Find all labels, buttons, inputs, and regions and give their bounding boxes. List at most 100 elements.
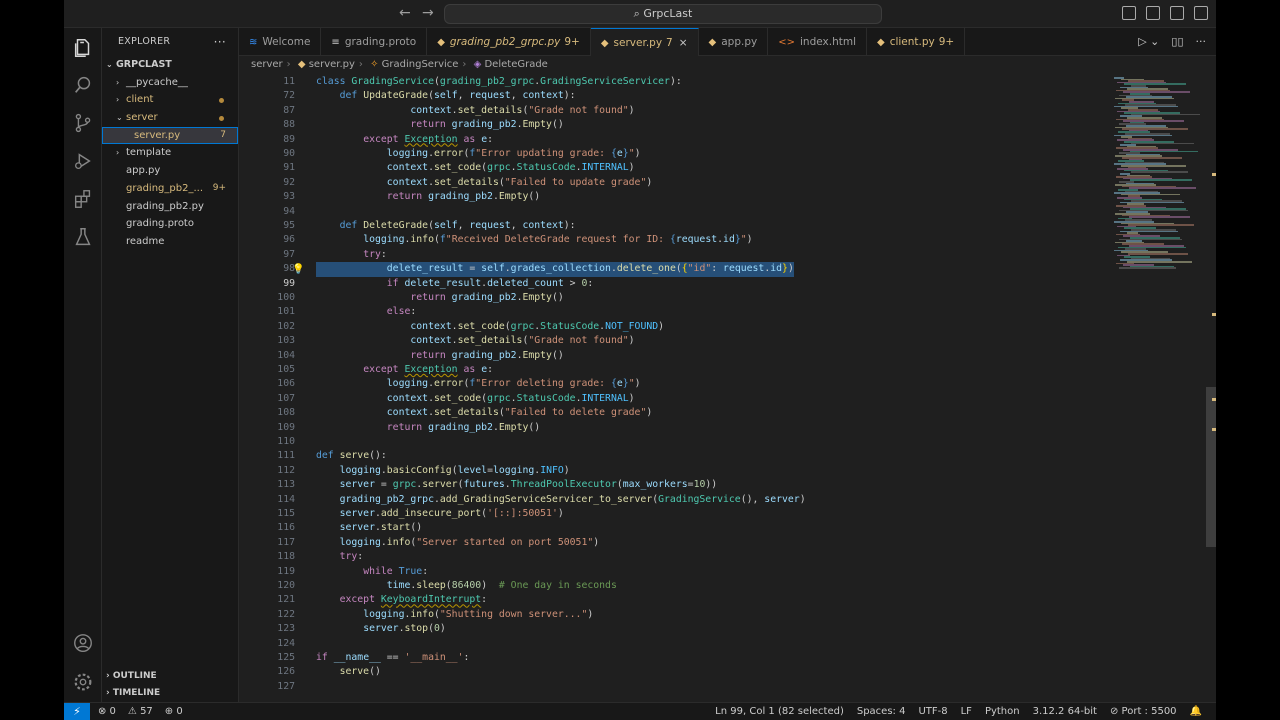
- tab-welcome[interactable]: ≋ Welcome: [239, 28, 322, 56]
- close-icon[interactable]: ×: [679, 37, 688, 49]
- breadcrumb-class[interactable]: GradingService: [382, 59, 459, 70]
- code-line[interactable]: 88 return grading_pb2.Empty(): [239, 118, 1109, 132]
- timeline-section[interactable]: › TIMELINE: [102, 685, 239, 702]
- code-line[interactable]: 106 logging.error(f"Error deleting grade…: [239, 377, 1109, 391]
- code-line[interactable]: 99 if delete_result.deleted_count > 0:: [239, 277, 1109, 291]
- code-line[interactable]: 120 time.sleep(86400) # One day in secon…: [239, 579, 1109, 593]
- settings-gear-icon[interactable]: [72, 671, 94, 693]
- forward-arrow-icon[interactable]: →: [422, 5, 434, 21]
- search-icon[interactable]: [72, 74, 94, 96]
- python-interpreter[interactable]: 3.12.2 64-bit: [1033, 703, 1097, 720]
- account-icon[interactable]: [72, 632, 94, 654]
- tree-item[interactable]: grading_pb2.py: [102, 198, 238, 216]
- code-line[interactable]: 109 return grading_pb2.Empty(): [239, 421, 1109, 435]
- explorer-icon[interactable]: [72, 37, 94, 59]
- command-center-search[interactable]: ⌕ GrpcLast: [444, 4, 882, 24]
- toggle-secondary-sidebar-icon[interactable]: [1170, 6, 1184, 20]
- code-line[interactable]: 103 context.set_details("Grade not found…: [239, 334, 1109, 348]
- tree-item[interactable]: › client: [102, 91, 238, 109]
- tree-item[interactable]: ⌄ server: [102, 109, 238, 127]
- code-line[interactable]: 113 server = grpc.server(futures.ThreadP…: [239, 478, 1109, 492]
- code-line[interactable]: 97 try:: [239, 248, 1109, 262]
- tree-item[interactable]: server.py 7: [102, 126, 238, 145]
- tab-index-html[interactable]: <> index.html: [768, 28, 867, 56]
- source-control-icon[interactable]: [72, 112, 94, 134]
- code-line[interactable]: 115 server.add_insecure_port('[::]:50051…: [239, 507, 1109, 521]
- code-line[interactable]: 92 context.set_details("Failed to update…: [239, 176, 1109, 190]
- tree-item[interactable]: › __pycache__: [102, 74, 238, 92]
- code-line[interactable]: 94: [239, 205, 1109, 219]
- code-line[interactable]: 95 def DeleteGrade(self, request, contex…: [239, 219, 1109, 233]
- outline-section[interactable]: › OUTLINE: [102, 668, 239, 685]
- code-line[interactable]: 105 except Exception as e:: [239, 363, 1109, 377]
- toggle-panel-icon[interactable]: [1146, 6, 1160, 20]
- cursor-position[interactable]: Ln 99, Col 1 (82 selected): [715, 703, 844, 720]
- code-line[interactable]: 119 while True:: [239, 565, 1109, 579]
- tab-client-py[interactable]: ◆ client.py 9+: [867, 28, 966, 56]
- problems-errors[interactable]: ⊗ 0: [98, 703, 116, 720]
- code-line[interactable]: 118 try:: [239, 550, 1109, 564]
- language-mode[interactable]: Python: [985, 703, 1020, 720]
- indentation[interactable]: Spaces: 4: [857, 703, 906, 720]
- testing-icon[interactable]: [72, 226, 94, 248]
- tree-item[interactable]: grading.proto: [102, 215, 238, 233]
- extensions-icon[interactable]: [72, 188, 94, 210]
- toggle-sidebar-icon[interactable]: [1122, 6, 1136, 20]
- more-actions-icon[interactable]: ···: [1196, 28, 1207, 56]
- lightbulb-icon[interactable]: 💡: [292, 263, 304, 277]
- code-line[interactable]: 104 return grading_pb2.Empty(): [239, 349, 1109, 363]
- end-of-line[interactable]: LF: [961, 703, 972, 720]
- code-line[interactable]: 111 def serve():: [239, 449, 1109, 463]
- back-arrow-icon[interactable]: ←: [399, 5, 411, 21]
- ports-indicator[interactable]: ⊕ 0: [165, 703, 183, 720]
- code-line[interactable]: 96 logging.info(f"Received DeleteGrade r…: [239, 233, 1109, 247]
- code-line[interactable]: 126 serve(): [239, 665, 1109, 679]
- tree-item[interactable]: readme: [102, 233, 238, 251]
- customize-layout-icon[interactable]: [1194, 6, 1208, 20]
- more-actions-icon[interactable]: ···: [214, 28, 226, 56]
- code-line[interactable]: 87 context.set_details("Grade not found"…: [239, 104, 1109, 118]
- problems-warnings[interactable]: ⚠ 57: [128, 703, 153, 720]
- minimap[interactable]: [1108, 73, 1216, 702]
- tree-item[interactable]: › template: [102, 144, 238, 162]
- code-line[interactable]: 107 context.set_code(grpc.StatusCode.INT…: [239, 392, 1109, 406]
- code-line[interactable]: 72 def UpdateGrade(self, request, contex…: [239, 89, 1109, 103]
- code-line[interactable]: 101 else:: [239, 305, 1109, 319]
- run-python-file-icon[interactable]: ▷ ⌄: [1138, 28, 1159, 56]
- code-line[interactable]: 93 return grading_pb2.Empty(): [239, 190, 1109, 204]
- code-line[interactable]: 124: [239, 637, 1109, 651]
- notifications-bell-icon[interactable]: 🔔: [1190, 703, 1202, 720]
- tab-server-py[interactable]: ◆ server.py 7 ×: [590, 28, 699, 56]
- code-editor[interactable]: 11 class GradingService(grading_pb2_grpc.…: [239, 73, 1216, 702]
- code-line[interactable]: 11 class GradingService(grading_pb2_grpc.…: [239, 75, 1109, 89]
- tree-item[interactable]: app.py: [102, 162, 238, 180]
- tree-item[interactable]: grading_pb2_... 9+: [102, 180, 238, 198]
- code-line[interactable]: 117 logging.info("Server started on port…: [239, 536, 1109, 550]
- code-line[interactable]: 98 💡 delete_result = self.grades_collecti…: [239, 262, 1109, 277]
- code-line[interactable]: 112 logging.basicConfig(level=logging.IN…: [239, 464, 1109, 478]
- code-line[interactable]: 91 context.set_code(grpc.StatusCode.INTE…: [239, 161, 1109, 175]
- encoding[interactable]: UTF-8: [918, 703, 947, 720]
- code-line[interactable]: 90 logging.error(f"Error updating grade:…: [239, 147, 1109, 161]
- code-line[interactable]: 123 server.stop(0): [239, 622, 1109, 636]
- run-debug-icon[interactable]: [72, 150, 94, 172]
- tab-grading-proto[interactable]: ≡ grading.proto: [321, 28, 428, 56]
- breadcrumb-method[interactable]: DeleteGrade: [484, 59, 547, 70]
- code-line[interactable]: 116 server.start(): [239, 521, 1109, 535]
- tab-grading-pb2-grpc-py[interactable]: ◆ grading_pb2_grpc.py 9+: [427, 28, 591, 56]
- code-line[interactable]: 102 context.set_code(grpc.StatusCode.NOT…: [239, 320, 1109, 334]
- code-line[interactable]: 125 if __name__ == '__main__':: [239, 651, 1109, 665]
- code-line[interactable]: 121 except KeyboardInterrupt:: [239, 593, 1109, 607]
- workspace-root[interactable]: ⌄ GRPCLAST: [102, 56, 238, 74]
- code-line[interactable]: 108 context.set_details("Failed to delet…: [239, 406, 1109, 420]
- breadcrumb-folder[interactable]: server: [251, 59, 283, 70]
- split-editor-icon[interactable]: ▯▯: [1171, 28, 1183, 56]
- code-line[interactable]: 114 grading_pb2_grpc.add_GradingServiceS…: [239, 493, 1109, 507]
- live-server-port[interactable]: ⊘ Port : 5500: [1110, 703, 1177, 720]
- code-line[interactable]: 100 return grading_pb2.Empty(): [239, 291, 1109, 305]
- vertical-scrollbar[interactable]: [1206, 387, 1216, 547]
- code-line[interactable]: 89 except Exception as e:: [239, 133, 1109, 147]
- code-line[interactable]: 127: [239, 680, 1109, 694]
- code-line[interactable]: 110: [239, 435, 1109, 449]
- tab-app-py[interactable]: ◆ app.py: [699, 28, 769, 56]
